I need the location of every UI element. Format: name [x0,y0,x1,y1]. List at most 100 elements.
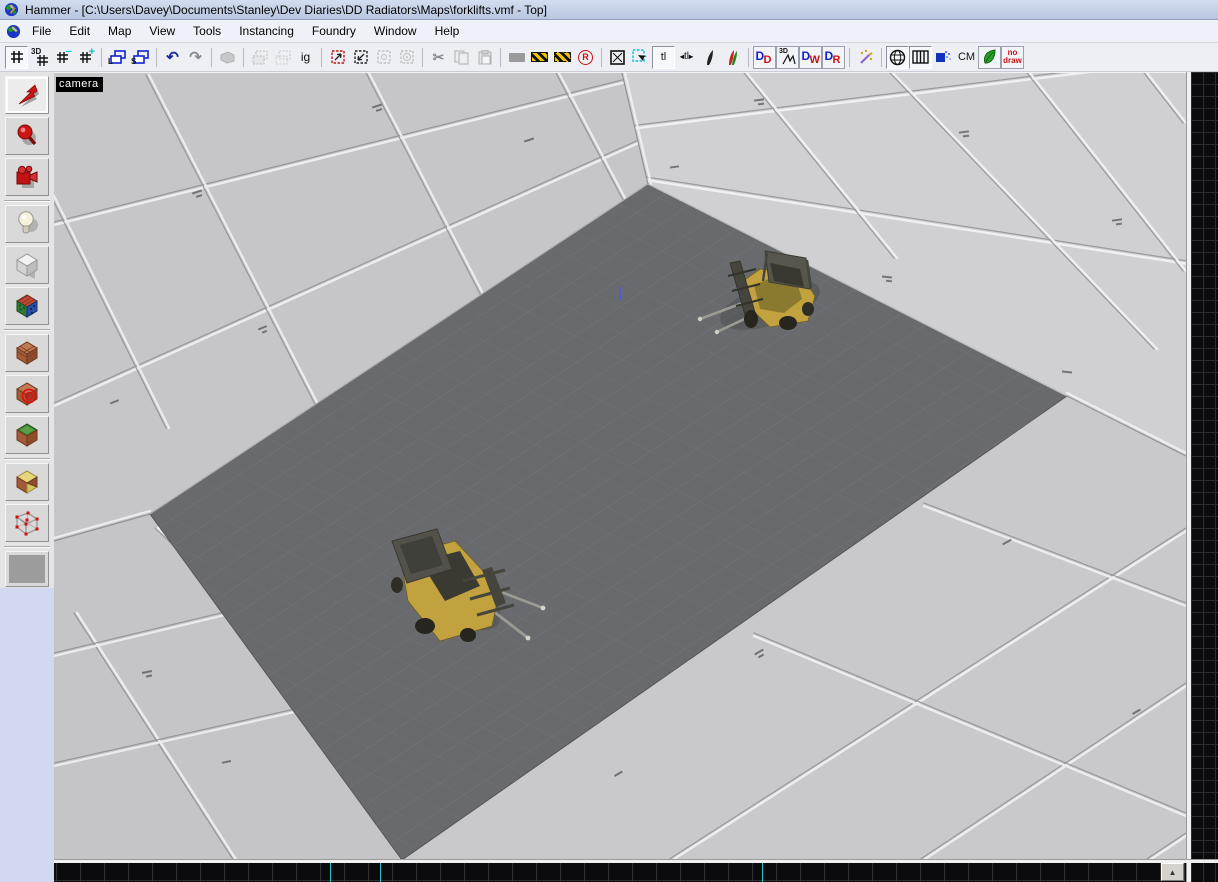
menu-map[interactable]: Map [99,21,140,41]
auto-selection-icon [632,49,649,66]
selection-box-icon [609,49,626,66]
toggle-3d-props-button[interactable]: 3D [776,46,799,69]
undo-icon: ↶ [166,50,179,65]
hide-selected-icon [330,49,346,65]
redo-button[interactable]: ↷ [184,46,207,69]
foliage-button[interactable] [978,46,1001,69]
show-hidden-button[interactable] [372,46,395,69]
toolbar-separator [496,46,505,69]
displacement-mask-button[interactable] [698,46,721,69]
menu-file[interactable]: File [23,21,60,41]
bottom-viewport-scroll-up-button[interactable]: ▲ [1161,863,1184,881]
camera-viewport[interactable]: camera [54,72,1186,859]
redo-icon: ↷ [189,50,202,65]
undo-button[interactable]: ↶ [161,46,184,69]
palette-divider [4,546,50,548]
toolbar-separator [418,46,427,69]
grid-icon [10,50,24,64]
texture-application-tool-button[interactable] [5,287,49,325]
apply-overlays-button[interactable] [5,416,49,454]
apply-decals-button[interactable] [5,375,49,413]
smaller-grid-button[interactable]: − [51,46,74,69]
sprinkle-tool-button[interactable] [854,46,877,69]
toggle-dr-button[interactable]: DR [822,46,845,69]
title-bar[interactable]: Hammer - [C:\Users\Davey\Documents\Stanl… [0,0,1218,20]
toolbar-separator [317,46,326,69]
block-tool-button[interactable] [5,246,49,284]
current-texture-preview [9,555,45,583]
camera-tool-button[interactable] [5,158,49,196]
copy-button[interactable] [450,46,473,69]
clip-cube-icon [13,468,41,496]
brush-edge-line [380,863,381,882]
menu-tools[interactable]: Tools [184,21,230,41]
fade-icon [936,50,952,64]
group-button[interactable] [248,46,271,69]
cordon-texture-icon [509,53,525,62]
block-cube-icon [13,251,41,279]
cubemaps-button[interactable]: CM [955,46,978,69]
menu-window[interactable]: Window [365,21,426,41]
toggle-fence-textures-button[interactable] [909,46,932,69]
ungroup-button[interactable] [271,46,294,69]
main-toolbar: 3D − + L S ↶ ↷ ig ✂ [0,43,1218,72]
ignore-groups-button[interactable]: ig [294,46,317,69]
displacement-alpha-button[interactable] [721,46,744,69]
radius-culling-icon: R [578,50,593,65]
entity-bulb-icon [14,210,40,238]
texture-swatch[interactable] [5,551,49,587]
menu-edit[interactable]: Edit [60,21,99,41]
scroll-up-icon: ▲ [1169,868,1177,877]
menu-help[interactable]: Help [426,21,469,41]
radius-culling-button[interactable]: R [574,46,597,69]
cut-icon: ✂ [433,50,445,64]
toggle-3d-grid-button[interactable]: 3D [28,46,51,69]
nodraw-label: no draw [1003,49,1022,65]
magnify-tool-button[interactable] [5,117,49,155]
corner-2d-viewport[interactable] [1191,863,1218,882]
show-hidden-icon [376,49,392,65]
texture-scale-lock-button[interactable]: ◂ tl ▸ [675,46,698,69]
toolbar-separator [239,46,248,69]
load-window-state-button[interactable]: L [106,46,129,69]
larger-grid-button[interactable]: + [74,46,97,69]
viewport-type-label[interactable]: camera [56,77,103,92]
copy-icon [454,50,469,65]
hide-selected-button[interactable] [326,46,349,69]
toolbar-separator [152,46,161,69]
toggle-dd-button[interactable]: DD [753,46,776,69]
apply-current-texture-button[interactable] [5,334,49,372]
toolbar-separator [845,46,854,69]
save-window-state-button[interactable]: S [129,46,152,69]
clipping-tool-button[interactable] [5,463,49,501]
carve-icon [220,51,235,64]
edit-cordon-button[interactable] [551,46,574,69]
entity-tool-button[interactable] [5,205,49,243]
bottom-2d-viewport[interactable] [54,863,1186,882]
menu-view[interactable]: View [140,21,184,41]
cordon-texture-button[interactable] [505,46,528,69]
menu-instancing[interactable]: Instancing [230,21,303,41]
toggle-dw-button[interactable]: DW [799,46,822,69]
paste-button[interactable] [473,46,496,69]
select-touching-button[interactable] [606,46,629,69]
menu-foundry[interactable]: Foundry [303,21,365,41]
cut-button[interactable]: ✂ [427,46,450,69]
fade-preview-button[interactable] [932,46,955,69]
toggle-grid-button[interactable] [5,46,28,69]
palette-divider [4,329,50,331]
nodraw-button[interactable]: no draw [1001,46,1024,69]
toggle-3d-sky-button[interactable] [886,46,909,69]
right-2d-viewport[interactable] [1191,72,1218,859]
toggle-cordon-button[interactable] [528,46,551,69]
vertex-tool-button[interactable] [5,504,49,542]
carve-button[interactable] [216,46,239,69]
document-icon [6,24,21,39]
selection-tool-button[interactable] [5,76,49,114]
show-hidden-all-button[interactable] [395,46,418,69]
camera-viewport-canvas[interactable] [54,73,1186,859]
auto-selection-button[interactable] [629,46,652,69]
toolbar-separator [744,46,753,69]
hide-unselected-button[interactable] [349,46,372,69]
texture-lock-button[interactable]: tl [652,46,675,69]
